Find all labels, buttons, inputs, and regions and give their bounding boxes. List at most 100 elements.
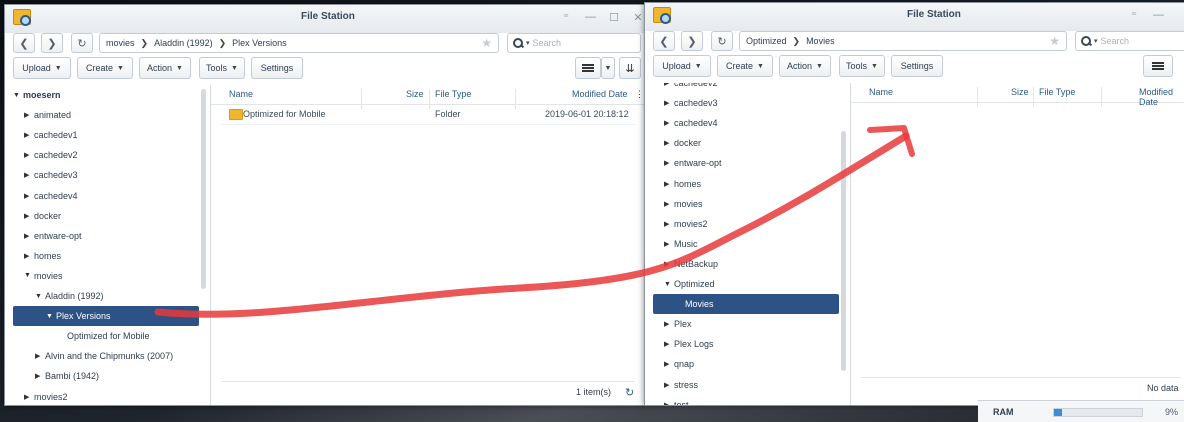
tree-item[interactable]: ▶ Plex Logs [664, 334, 714, 354]
path-bar[interactable]: movies ❯ Aladdin (1992) ❯ Plex Versions … [99, 33, 499, 53]
tree-item[interactable]: ▶ movies2 [664, 214, 708, 234]
tree-item[interactable]: Movies [653, 294, 839, 315]
column-file-type[interactable]: File Type [1039, 87, 1075, 97]
table-row[interactable]: Optimized for Mobile Folder 2019-06-01 2… [221, 105, 635, 125]
tree-item[interactable]: ▶ cachedev4 [24, 186, 78, 206]
column-size[interactable]: Size [406, 89, 424, 99]
path-segment[interactable]: Plex Versions [232, 38, 287, 48]
caret-right-icon[interactable]: ▶ [664, 119, 674, 127]
title-bar[interactable]: File Station ⁼ — [645, 3, 1184, 31]
settings-button[interactable]: Settings [891, 55, 943, 77]
sort-button[interactable]: ⇊ [619, 57, 641, 79]
tree-item[interactable]: ▶ cachedev3 [24, 165, 78, 185]
tree-item[interactable]: Optimized for Mobile [57, 326, 150, 346]
caret-down-icon[interactable]: ▼ [664, 281, 674, 288]
caret-right-icon[interactable]: ▶ [664, 360, 674, 368]
tree-item[interactable]: ▶ cachedev2 [664, 83, 718, 93]
refresh-icon[interactable]: ↻ [625, 386, 634, 399]
tree-item[interactable]: ▶ cachedev2 [24, 145, 78, 165]
tree-item[interactable]: ▼ Plex Versions [13, 306, 199, 327]
tree-item[interactable]: ▶ Alvin and the Chipmunks (2007) [35, 346, 173, 366]
caret-down-icon[interactable]: ▼ [24, 272, 34, 279]
close-icon[interactable]: ✕ [633, 11, 643, 24]
tree-item[interactable]: ▶ cachedev3 [664, 93, 718, 113]
pin-icon[interactable]: ⁼ [561, 11, 571, 24]
title-bar[interactable]: File Station ⁼ — ☐ ✕ [5, 5, 645, 33]
tools-button[interactable]: Tools ▼ [839, 55, 885, 77]
tree-item[interactable]: ▼ Aladdin (1992) [35, 286, 104, 306]
path-segment[interactable]: Movies [806, 36, 835, 46]
refresh-button[interactable]: ↻ [71, 33, 93, 53]
refresh-button[interactable]: ↻ [711, 31, 733, 51]
caret-right-icon[interactable]: ▶ [664, 139, 674, 147]
pin-icon[interactable]: ⁼ [1129, 9, 1139, 22]
column-modified-date[interactable]: Modified Date [1139, 87, 1184, 107]
tree-item[interactable]: ▶ Music [664, 234, 698, 254]
tree-item[interactable]: ▶ qnap [664, 354, 694, 374]
tree-item[interactable]: ▶ NetBackup [664, 254, 718, 274]
tree-item[interactable]: ▼ movies [24, 266, 63, 286]
create-button[interactable]: Create ▼ [77, 57, 133, 79]
column-size[interactable]: Size [1011, 87, 1029, 97]
tree-item[interactable]: ▶ animated [24, 105, 71, 125]
create-button[interactable]: Create ▼ [717, 55, 773, 77]
tree-item[interactable]: ▶ stress [664, 375, 698, 395]
search-field[interactable]: ▾ Search [1075, 31, 1184, 51]
path-segment[interactable]: Optimized [746, 36, 787, 46]
upload-button[interactable]: Upload ▼ [13, 57, 71, 79]
caret-right-icon[interactable]: ▶ [35, 372, 45, 380]
caret-right-icon[interactable]: ▶ [664, 260, 674, 268]
caret-right-icon[interactable]: ▶ [664, 159, 674, 167]
column-options-icon[interactable]: ⋮ [635, 89, 644, 100]
tree-item[interactable]: ▶ cachedev4 [664, 113, 718, 133]
tree-item[interactable]: ▶test [664, 395, 689, 405]
path-bar[interactable]: Optimized ❯ Movies ★ [739, 31, 1067, 51]
column-file-type[interactable]: File Type [435, 89, 471, 99]
caret-right-icon[interactable]: ▶ [24, 131, 34, 139]
tree-scrollbar[interactable] [841, 131, 846, 371]
tree-item[interactable]: ▶ homes [664, 174, 701, 194]
tree-item[interactable]: ▶ cachedev1 [24, 125, 78, 145]
caret-right-icon[interactable]: ▶ [664, 340, 674, 348]
maximize-icon[interactable]: ☐ [609, 11, 619, 24]
back-button[interactable]: ❮ [13, 33, 35, 53]
caret-right-icon[interactable]: ▶ [35, 352, 45, 360]
path-segment[interactable]: movies [106, 38, 135, 48]
settings-button[interactable]: Settings [251, 57, 303, 79]
column-name[interactable]: Name [869, 87, 893, 97]
caret-down-icon[interactable]: ▼ [13, 92, 23, 99]
upload-button[interactable]: Upload ▼ [653, 55, 711, 77]
column-modified-date[interactable]: Modified Date [572, 89, 628, 99]
caret-right-icon[interactable]: ▶ [664, 180, 674, 188]
caret-right-icon[interactable]: ▶ [664, 200, 674, 208]
caret-right-icon[interactable]: ▶ [664, 320, 674, 328]
forward-button[interactable]: ❯ [41, 33, 63, 53]
column-name[interactable]: Name [229, 89, 253, 99]
minimize-icon[interactable]: — [1153, 9, 1164, 22]
caret-right-icon[interactable]: ▶ [24, 232, 34, 240]
tree-scrollbar[interactable] [201, 89, 206, 289]
caret-down-icon[interactable]: ▼ [46, 313, 56, 320]
star-icon[interactable]: ★ [1049, 34, 1060, 48]
view-mode-button[interactable] [1143, 55, 1173, 77]
caret-right-icon[interactable]: ▶ [664, 83, 674, 87]
tools-button[interactable]: Tools ▼ [199, 57, 245, 79]
caret-right-icon[interactable]: ▶ [24, 171, 34, 179]
tree-item[interactable]: ▼ Optimized [664, 274, 715, 294]
tree-item[interactable]: ▶ entware-opt [664, 153, 722, 173]
view-mode-button[interactable] [575, 57, 601, 79]
minimize-icon[interactable]: — [585, 11, 596, 24]
caret-right-icon[interactable]: ▶ [664, 381, 674, 389]
caret-down-icon[interactable]: ▼ [35, 293, 45, 300]
action-button[interactable]: Action ▼ [139, 57, 191, 79]
caret-right-icon[interactable]: ▶ [664, 401, 674, 405]
caret-right-icon[interactable]: ▶ [24, 212, 34, 220]
caret-right-icon[interactable]: ▶ [24, 151, 34, 159]
path-segment[interactable]: Aladdin (1992) [154, 38, 213, 48]
tree-item[interactable]: ▶ Bambi (1942) [35, 366, 99, 386]
tree-item[interactable]: ▶ docker [664, 133, 701, 153]
tree-item[interactable]: ▶ homes [24, 246, 61, 266]
search-field[interactable]: ▾ Search [507, 33, 641, 53]
action-button[interactable]: Action ▼ [779, 55, 831, 77]
view-mode-dropdown[interactable]: ▼ [601, 57, 615, 79]
